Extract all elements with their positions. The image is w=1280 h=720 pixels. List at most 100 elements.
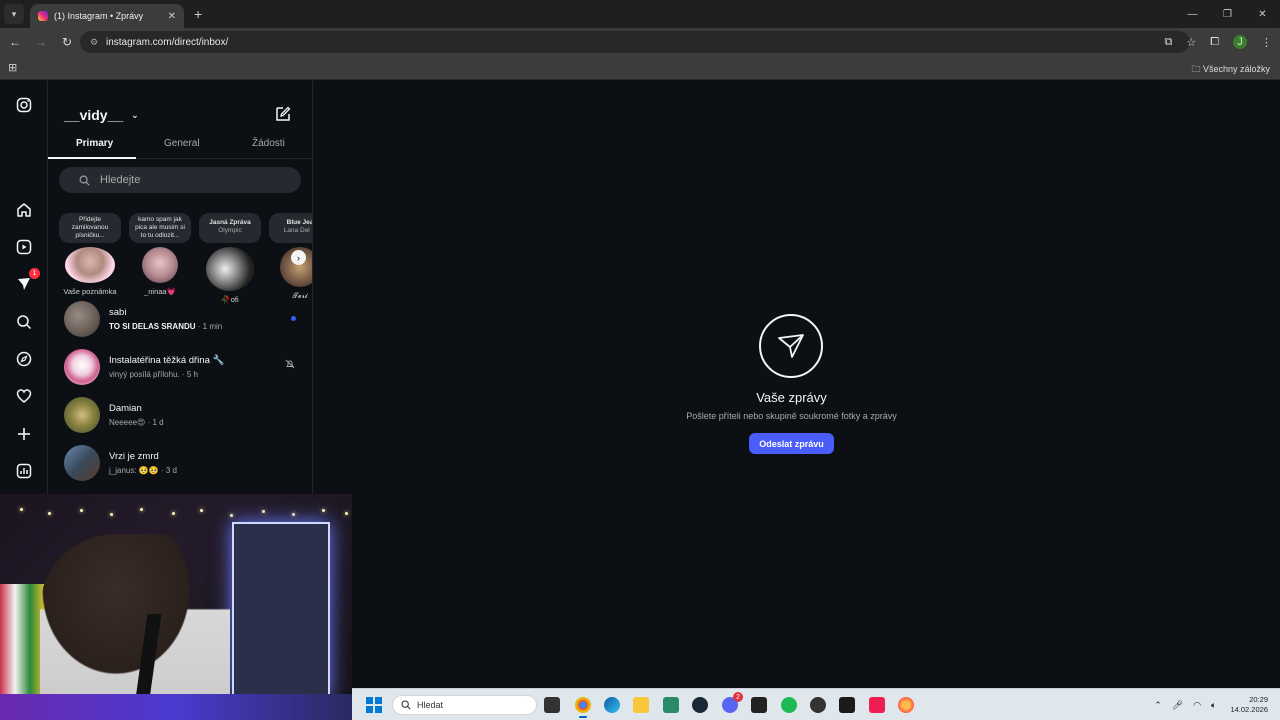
app-icon[interactable] (810, 697, 826, 713)
edge-icon[interactable] (604, 697, 620, 713)
messenger-send-icon (759, 314, 823, 378)
note-bubble: Blue Jea Lana Del R (269, 213, 313, 243)
thread-item[interactable]: Damian Neeeee😍 · 1 d (48, 393, 312, 437)
thread-name: Vrzi je zmrd (109, 451, 159, 462)
lit-shelf (232, 522, 330, 698)
thread-time: · 1 d (145, 418, 164, 427)
note-song-title: Blue Jea (286, 219, 313, 226)
microphone-icon[interactable]: 🎤︎ (1172, 700, 1183, 711)
avatar (64, 349, 100, 385)
wifi-icon[interactable]: ◠ (1193, 700, 1201, 711)
search-input[interactable]: Hledejte (59, 167, 301, 193)
note-item[interactable]: kamo spam jak pica ale musim si to tu od… (128, 213, 192, 296)
browser-toolbar: ← → ↻ ⚙ instagram.com/direct/inbox/ ⧉ ☆ … (0, 28, 1280, 56)
active-tab-indicator (48, 157, 136, 159)
tab-close-icon[interactable]: ✕ (168, 11, 176, 22)
thread-name: Damian (109, 403, 142, 414)
site-info-icon[interactable]: ⚙ (88, 36, 100, 48)
avatar (206, 247, 254, 291)
maximize-button[interactable]: ❐ (1210, 0, 1245, 28)
search-icon[interactable] (14, 312, 34, 332)
firefox-icon[interactable] (898, 697, 914, 713)
new-tab-button[interactable]: + (194, 6, 202, 22)
toolbar-actions: ⧉ ☆ ⧠ J ⋮ (1150, 31, 1272, 53)
notifications-heart-icon[interactable] (14, 386, 34, 406)
forward-button[interactable]: → (30, 31, 52, 53)
note-song-artist: Lana Del R (283, 227, 312, 234)
tab-primary[interactable]: Primary (76, 138, 113, 149)
search-icon (79, 175, 90, 185)
volume-icon[interactable]: 🔈︎ (1211, 700, 1216, 711)
avatar (64, 301, 100, 337)
account-switcher[interactable]: __vidy__ ⌄ (64, 107, 139, 123)
create-plus-icon[interactable] (14, 424, 34, 444)
epic-games-icon[interactable] (751, 697, 767, 713)
steam-icon[interactable] (692, 697, 708, 713)
note-item[interactable]: Přidejte zamilovanou písničku... Vaše po… (58, 213, 122, 296)
tab-requests[interactable]: Žádosti (252, 138, 285, 149)
messages-icon[interactable]: 1 (14, 268, 40, 294)
thread-preview: Neeeee😍 · 1 d (109, 418, 164, 427)
thread-preview: j_janus: 🥺🥺 · 3 d (109, 466, 177, 475)
thread-item[interactable]: sabi TO SI DELAS SRANDU · 1 min (48, 297, 312, 341)
note-item[interactable]: Jasná Zpráva Olympic 🥀ofi (198, 213, 262, 304)
bookmark-star-icon[interactable]: ☆ (1186, 36, 1196, 49)
menu-kebab-icon[interactable]: ⋮ (1261, 36, 1272, 49)
thread-preview-text: vinyý posílá přílohu. (109, 370, 180, 379)
home-icon[interactable] (14, 200, 34, 220)
clock-time: 20:29 (1249, 695, 1268, 704)
inbox-tabs: Primary General Žádosti (48, 133, 312, 159)
note-text: Přidejte zamilovanou písničku... (71, 216, 109, 239)
avatar (65, 247, 115, 283)
tab-search-button[interactable]: ▾ (4, 4, 24, 24)
string-lights (0, 506, 352, 518)
thread-preview-text: j_janus: 🥺🥺 (109, 466, 159, 475)
start-button[interactable] (366, 697, 382, 713)
clock[interactable]: 20:29 14.02.2026 (1230, 695, 1268, 715)
window-controls: — ❐ ✕ (1175, 0, 1280, 28)
taskbar-search[interactable]: Hledat (392, 695, 537, 715)
reload-button[interactable]: ↻ (56, 31, 78, 53)
taskbar-search-placeholder: Hledat (417, 700, 444, 710)
discord-icon[interactable]: 2 (722, 692, 743, 713)
thread-item[interactable]: Vrzi je zmrd j_janus: 🥺🥺 · 3 d (48, 441, 312, 485)
file-explorer-icon[interactable] (633, 697, 649, 713)
instagram-favicon-icon (38, 11, 48, 21)
avatar (142, 247, 178, 283)
instagram-logo-icon[interactable] (14, 95, 34, 115)
thread-time: · 5 h (179, 370, 198, 379)
back-button[interactable]: ← (4, 31, 26, 53)
explore-compass-icon[interactable] (14, 349, 34, 369)
browser-tab-bar: ▾ (1) Instagram • Zprávy ✕ + — ❐ ✕ (0, 0, 1280, 28)
note-text: kamo spam jak pica ale musim si to tu od… (135, 216, 185, 239)
notepad-icon[interactable] (663, 697, 679, 713)
apps-grid-icon[interactable]: ⊞ (8, 61, 17, 74)
all-bookmarks-label: Všechny záložky (1202, 64, 1270, 74)
spotify-icon[interactable] (781, 697, 797, 713)
chevron-up-icon[interactable]: ⌃ (1154, 700, 1162, 711)
notes-next-arrow-icon[interactable]: › (291, 250, 306, 265)
chrome-icon[interactable] (575, 697, 591, 718)
tab-general[interactable]: General (164, 138, 200, 149)
note-owner-name: _ninaa💗 (144, 287, 176, 296)
tiktok-icon[interactable] (869, 697, 885, 713)
task-view-icon[interactable] (544, 697, 560, 713)
new-message-icon[interactable] (274, 105, 292, 123)
profile-avatar[interactable]: J (1233, 35, 1247, 49)
floor-glow (0, 694, 352, 720)
capcut-icon[interactable] (839, 697, 855, 713)
empty-state-subtitle: Pošlete příteli nebo skupině soukromé fo… (686, 411, 897, 421)
all-bookmarks-button[interactable]: 🗀 Všechny záložky (1191, 62, 1270, 78)
thread-item[interactable]: Instalatéřina těžká dřina 🔧 vinyý posílá… (48, 345, 312, 389)
thread-preview: vinyý posílá přílohu. · 5 h (109, 370, 198, 379)
close-window-button[interactable]: ✕ (1245, 0, 1280, 28)
dashboard-icon[interactable] (14, 461, 34, 481)
reels-icon[interactable] (14, 237, 34, 257)
send-message-button[interactable]: Odeslat zprávu (749, 433, 834, 454)
extensions-icon[interactable]: ⧠ (1210, 36, 1219, 49)
thread-preview: TO SI DELAS SRANDU · 1 min (109, 322, 222, 331)
address-bar[interactable]: ⚙ instagram.com/direct/inbox/ (80, 31, 1190, 53)
cast-icon[interactable]: ⧉ (1164, 36, 1172, 49)
minimize-button[interactable]: — (1175, 0, 1210, 28)
browser-tab-instagram[interactable]: (1) Instagram • Zprávy ✕ (30, 4, 184, 28)
